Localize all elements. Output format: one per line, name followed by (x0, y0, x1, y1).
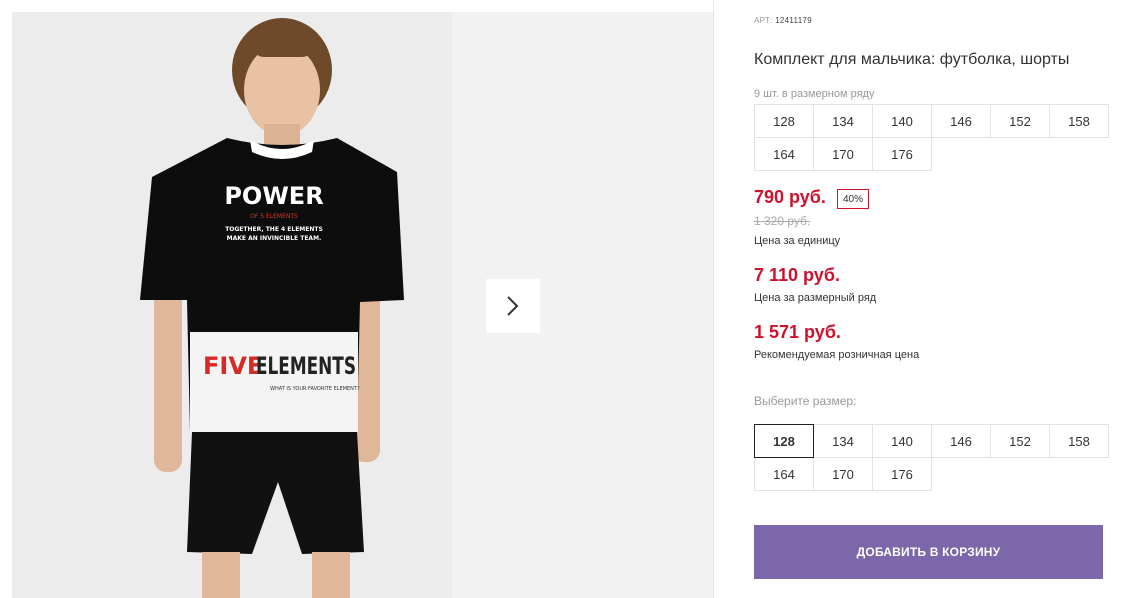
pack-price-label: Цена за размерный ряд (754, 292, 877, 304)
size-option-158[interactable]: 158 (1049, 424, 1109, 458)
pack-size-cell: 152 (990, 104, 1050, 138)
chevron-right-icon (507, 296, 519, 316)
retail-price-label: Рекомендуемая розничная цена (754, 349, 920, 361)
discount-badge: 40% (837, 189, 870, 209)
tshirt-power-text: POWER (224, 182, 323, 210)
article: АРТ: 12411179 (754, 16, 812, 25)
pack-info: 9 шт. в размерном ряду (754, 88, 875, 100)
product-title: Комплект для мальчика: футболка, шорты (754, 51, 1070, 68)
article-label: АРТ: (754, 16, 773, 25)
boy-in-outfit-image: POWER OF 5 ELEMENTS TOGETHER, THE 4 ELEM… (12, 12, 452, 598)
pack-size-cell: 164 (754, 137, 814, 171)
size-picker: 128 134 140 146 152 158 164 170 176 (754, 424, 1109, 491)
pack-size-cell: 128 (754, 104, 814, 138)
retail-price: 1 571 руб. (754, 322, 841, 342)
add-to-cart-button[interactable]: ДОБАВИТЬ В КОРЗИНУ (754, 525, 1103, 579)
tshirt-line1-text: TOGETHER, THE 4 ELEMENTS (225, 226, 323, 233)
size-option-134[interactable]: 134 (813, 424, 873, 458)
unit-price: 790 руб. (754, 187, 826, 207)
tshirt-sub-text: OF 5 ELEMENTS (250, 213, 298, 220)
size-option-128[interactable]: 128 (754, 424, 814, 458)
size-option-176[interactable]: 176 (872, 457, 932, 491)
tshirt-five-text: FIVE (203, 352, 263, 380)
pack-size-cell: 134 (813, 104, 873, 138)
product-gallery: POWER OF 5 ELEMENTS TOGETHER, THE 4 ELEM… (12, 12, 713, 598)
product-photo: POWER OF 5 ELEMENTS TOGETHER, THE 4 ELEM… (12, 12, 452, 598)
column-divider (713, 0, 714, 598)
tshirt-elements-text: ELEMENTS (256, 352, 356, 380)
pack-size-cell: 140 (872, 104, 932, 138)
pack-size-cell: 146 (931, 104, 991, 138)
article-number: 12411179 (775, 16, 812, 25)
pack-size-cell: 158 (1049, 104, 1109, 138)
tshirt-line2-text: MAKE AN INVINCIBLE TEAM. (227, 235, 322, 242)
size-option-140[interactable]: 140 (872, 424, 932, 458)
pack-price: 7 110 руб. (754, 265, 840, 285)
pack-size-grid: 128 134 140 146 152 158 164 170 176 (754, 104, 1109, 171)
size-option-170[interactable]: 170 (813, 457, 873, 491)
old-price: 1 320 руб. (754, 214, 811, 228)
size-option-164[interactable]: 164 (754, 457, 814, 491)
tshirt-small-text: WHAT IS YOUR FAVORITE ELEMENT? (270, 386, 360, 392)
next-image-button[interactable] (486, 279, 540, 333)
size-option-146[interactable]: 146 (931, 424, 991, 458)
choose-size-label: Выберите размер: (754, 394, 857, 408)
size-option-152[interactable]: 152 (990, 424, 1050, 458)
pack-size-cell: 176 (872, 137, 932, 171)
unit-price-label: Цена за единицу (754, 235, 841, 247)
pack-size-cell: 170 (813, 137, 873, 171)
